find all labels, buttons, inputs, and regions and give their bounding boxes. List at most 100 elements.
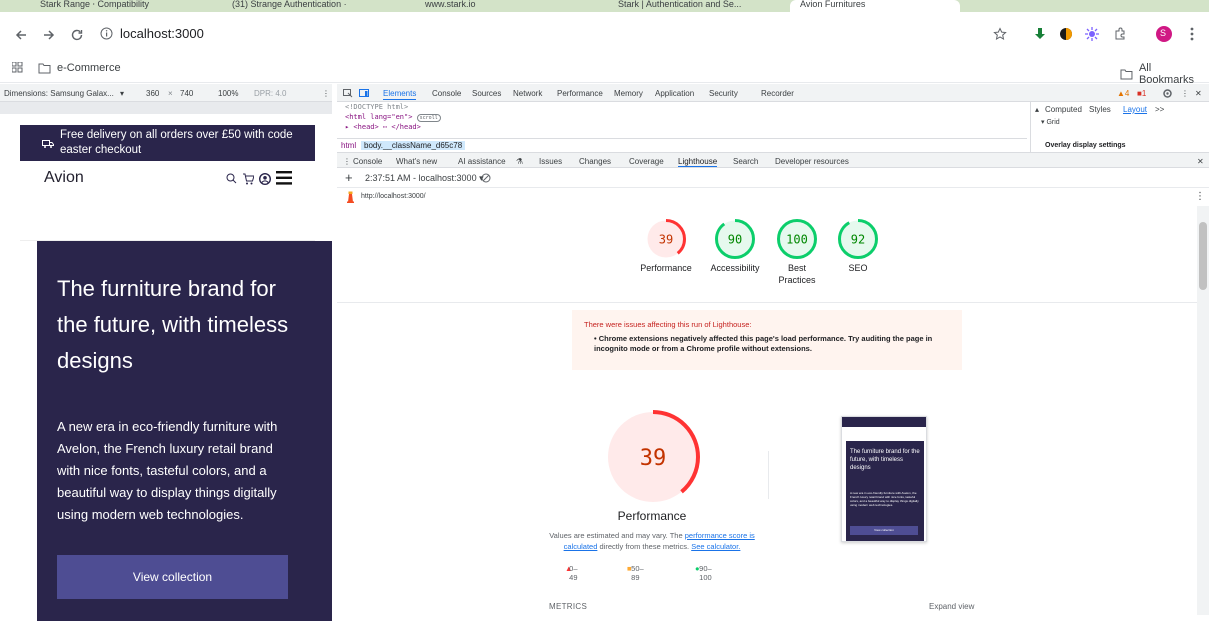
clear-reports-icon[interactable] <box>481 173 491 183</box>
scroll-badge[interactable]: scroll <box>416 114 441 122</box>
tab-application[interactable]: Application <box>655 89 694 98</box>
zoom-select[interactable]: 100% <box>218 89 238 98</box>
legend-range: 50–89 <box>631 564 644 582</box>
expand-view-toggle[interactable]: Expand view <box>929 602 974 611</box>
tab-computed[interactable]: Computed <box>1045 105 1082 114</box>
device-mode-icon[interactable] <box>359 89 369 98</box>
gauge-performance[interactable]: 39 Performance <box>626 218 706 274</box>
devtools-close-icon[interactable]: ✕ <box>1195 89 1202 98</box>
apps-grid-icon[interactable] <box>12 62 23 73</box>
promo-text: Free delivery on all orders over £50 wit… <box>60 129 293 156</box>
hamburger-menu-icon[interactable] <box>276 171 292 185</box>
tab-styles[interactable]: Styles <box>1089 105 1111 114</box>
html-node[interactable]: <html lang="en"> scroll <box>345 113 441 122</box>
tab-security[interactable]: Security <box>709 89 738 98</box>
back-button[interactable] <box>10 24 32 46</box>
cart-icon[interactable] <box>242 173 254 185</box>
drawer-tab-lighthouse[interactable]: Lighthouse <box>678 157 718 167</box>
drawer-tab-developer-resources[interactable]: Developer resources <box>775 157 849 166</box>
search-icon[interactable] <box>226 173 237 184</box>
browser-menu-icon[interactable] <box>1182 24 1202 44</box>
browser-tab-active[interactable]: Avion Furnitures <box>790 0 960 12</box>
elements-tree: <!DOCTYPE html> <html lang="en"> scroll … <box>337 102 1027 136</box>
performance-note: Values are estimated and may vary. The p… <box>537 530 767 552</box>
error-count-badge[interactable]: ■1 <box>1137 89 1146 98</box>
drawer-tab-whats-new[interactable]: What's new <box>396 157 437 166</box>
drawer-tab-changes[interactable]: Changes <box>579 157 611 166</box>
devtools-menu-icon[interactable]: ⋮ <box>1181 89 1189 98</box>
profile-initial: S <box>1160 28 1167 38</box>
all-bookmarks[interactable]: All Bookmarks <box>1120 62 1209 86</box>
score-gauge: 90 <box>715 219 755 259</box>
tab-memory[interactable]: Memory <box>614 89 643 98</box>
doctype-line[interactable]: <!DOCTYPE html> <box>345 103 408 111</box>
drawer-tab-coverage[interactable]: Coverage <box>629 157 664 166</box>
head-node[interactable]: ▸ <head> ⋯ </head> <box>345 123 421 131</box>
browser-tab[interactable]: Stark | Authentication and Se... <box>618 0 741 12</box>
browser-tab[interactable]: (31) Strange Authentication · <box>232 0 347 12</box>
report-scrollbar[interactable] <box>1197 206 1209 615</box>
lighthouse-url-bar: http://localhost:3000/ ⋮ <box>337 188 1209 206</box>
view-collection-button[interactable]: View collection <box>57 555 288 599</box>
drawer-tab-ai-assistance[interactable]: AI assistance <box>458 157 506 166</box>
sparkle-extension-icon[interactable] <box>1082 24 1102 44</box>
drawer-tab-search[interactable]: Search <box>733 157 758 166</box>
extension-icon[interactable] <box>1056 24 1076 44</box>
bookmarks-bar: e-Commerce All Bookmarks <box>0 57 1209 86</box>
audited-url[interactable]: http://localhost:3000/ <box>361 193 426 200</box>
new-report-icon[interactable]: + <box>345 170 353 185</box>
gauge-seo[interactable]: 92 SEO <box>818 218 898 274</box>
device-toolbar-menu-icon[interactable]: ⋮ <box>322 89 330 98</box>
tab-performance[interactable]: Performance <box>557 89 603 98</box>
legend-range: 0–49 <box>569 564 578 582</box>
device-width[interactable]: 360 <box>146 89 159 98</box>
dpr-select[interactable]: DPR: 4.0 <box>254 89 286 98</box>
tab-sources[interactable]: Sources <box>472 89 501 98</box>
device-select[interactable]: Dimensions: Samsung Galax... <box>4 89 114 98</box>
scrollbar-thumb[interactable] <box>1199 222 1207 290</box>
media-query-ruler <box>0 102 332 114</box>
drawer-close-icon[interactable]: ✕ <box>1197 157 1204 166</box>
site-logo[interactable]: Avion <box>44 169 84 187</box>
see-calculator-link[interactable]: See calculator. <box>691 542 740 551</box>
devtools-settings-icon[interactable] <box>1163 89 1172 98</box>
score-gauge: 100 <box>777 219 817 259</box>
warning-count-badge[interactable]: ▲4 <box>1117 89 1129 98</box>
site-info-icon[interactable] <box>100 27 113 40</box>
puzzle-icon[interactable] <box>1110 24 1130 44</box>
tab-network[interactable]: Network <box>513 89 542 98</box>
note-text: Values are estimated and may vary. The <box>549 531 683 540</box>
device-height[interactable]: 740 <box>180 89 193 98</box>
address-bar[interactable]: localhost:3000 <box>100 19 1020 49</box>
viewport-left-gap <box>20 241 37 615</box>
bookmark-star-icon[interactable] <box>990 24 1010 44</box>
forward-button[interactable] <box>38 24 60 46</box>
breadcrumb-body[interactable]: body.__className_d65c78 <box>361 141 466 150</box>
drawer-menu-icon[interactable]: ⋮ <box>343 157 351 166</box>
report-menu-icon[interactable]: ⋮ <box>1195 191 1205 202</box>
tab-recorder[interactable]: Recorder <box>761 89 794 98</box>
download-extension-icon[interactable] <box>1030 24 1050 44</box>
arrow-left-icon <box>15 30 26 40</box>
sidebar-scroll-up[interactable]: ▴ <box>1035 105 1039 114</box>
reload-button[interactable] <box>66 24 88 46</box>
grid-section-toggle[interactable]: ▾ Grid <box>1041 118 1060 126</box>
device-select-arrow[interactable]: ▾ <box>120 89 124 98</box>
tab-layout[interactable]: Layout <box>1123 105 1147 114</box>
final-screenshot-thumbnail[interactable]: The furniture brand for the future, with… <box>841 416 927 542</box>
user-icon[interactable] <box>259 173 271 185</box>
folder-icon <box>1120 69 1133 79</box>
inspect-element-icon[interactable] <box>343 89 353 98</box>
tab-elements[interactable]: Elements <box>383 89 417 100</box>
drawer-tab-issues[interactable]: Issues <box>539 157 562 166</box>
profile-avatar[interactable]: S <box>1154 24 1174 44</box>
report-select[interactable]: 2:37:51 AM - localhost:3000 ▾ <box>365 173 484 184</box>
browser-tab[interactable]: www.stark.io <box>425 0 476 12</box>
tab-console[interactable]: Console <box>432 89 461 98</box>
more-tabs-icon[interactable]: >> <box>1155 105 1164 114</box>
drawer-tab-console[interactable]: Console <box>353 157 382 166</box>
vertical-divider <box>768 451 769 499</box>
bookmark-folder-ecommerce[interactable]: e-Commerce <box>38 62 121 74</box>
breadcrumb-html[interactable]: html <box>341 141 356 150</box>
browser-tab[interactable]: Stark Range ⸱ Compatibility <box>40 0 149 12</box>
